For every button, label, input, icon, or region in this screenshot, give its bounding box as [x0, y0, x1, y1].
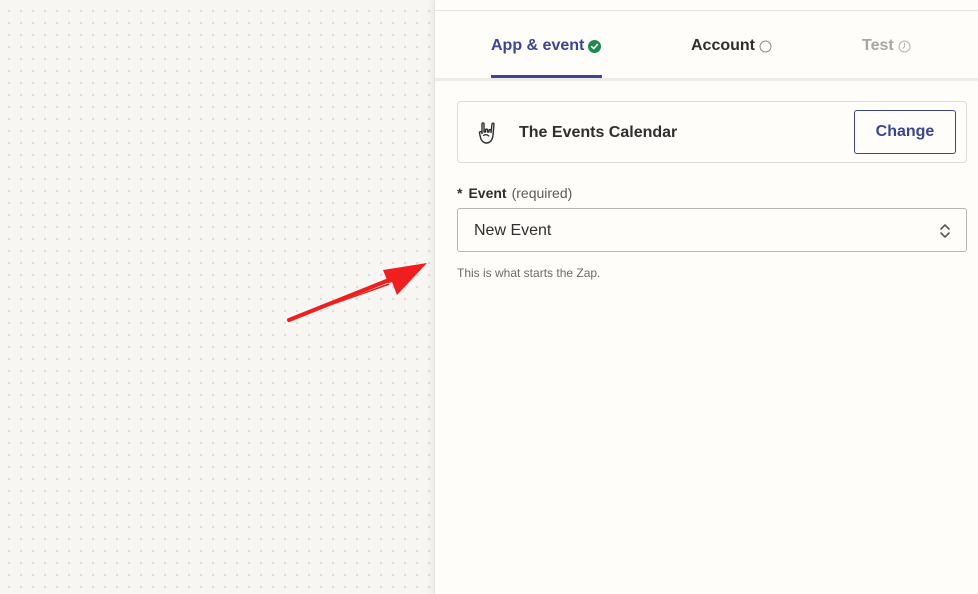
- workflow-canvas[interactable]: [0, 0, 434, 594]
- chevron-up-down-icon: [938, 221, 952, 241]
- event-label-text: Event: [468, 185, 507, 201]
- active-tab-indicator: [491, 75, 602, 78]
- tab-app-event[interactable]: App & event: [491, 11, 602, 81]
- required-hint: (required): [511, 185, 573, 201]
- rock-hand-icon: [477, 121, 499, 145]
- circle-outline-icon: [759, 40, 772, 53]
- required-marker: *: [457, 185, 463, 201]
- tab-account[interactable]: Account: [691, 11, 772, 81]
- tab-label: App & event: [491, 37, 585, 54]
- step-config-panel: App & event Account Test The Events Cale…: [434, 0, 978, 594]
- app-name: The Events Calendar: [519, 124, 678, 141]
- selected-app-card: The Events Calendar Change: [457, 101, 967, 163]
- event-select[interactable]: New Event: [457, 208, 967, 252]
- event-field-label: * Event (required): [457, 185, 572, 201]
- check-circle-icon: [588, 39, 602, 53]
- tab-label: Account: [691, 37, 755, 54]
- clock-icon: [898, 40, 911, 53]
- event-select-value: New Event: [474, 222, 552, 239]
- tab-label: Test: [862, 37, 894, 54]
- step-tabs: App & event Account Test: [435, 11, 978, 81]
- change-app-button[interactable]: Change: [854, 110, 956, 154]
- tab-test[interactable]: Test: [862, 11, 911, 81]
- event-help-text: This is what starts the Zap.: [457, 266, 601, 280]
